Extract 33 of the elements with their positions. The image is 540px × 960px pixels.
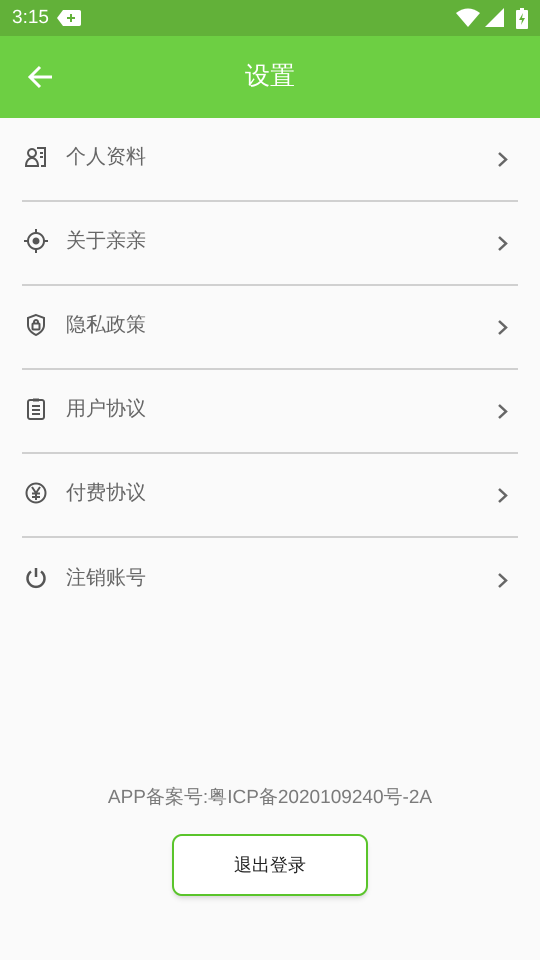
settings-item[interactable]: 关于亲亲 [22,202,518,286]
chevron-right-icon [497,402,508,420]
power-icon [24,566,48,590]
item-label: 隐私政策 [66,313,147,338]
chevron-right-icon [497,234,508,252]
item-label: 关于亲亲 [66,229,147,254]
chevron-right-icon [497,486,508,504]
chevron-right-icon [497,572,508,588]
chevron-right-icon [497,150,508,168]
item-label: 注销账号 [66,566,147,591]
item-label: 付费协议 [66,481,147,506]
signal-icon [484,8,504,28]
item-label: 个人资料 [66,145,147,170]
settings-item[interactable]: 注销账号 [22,538,518,622]
shield-lock-icon [24,313,48,337]
yen-coin-icon [24,481,48,505]
person-card-icon [24,145,48,169]
status-time: 3:15 [12,6,49,30]
settings-item[interactable]: 用户协议 [22,370,518,454]
battery-icon [516,8,528,28]
settings-item[interactable]: 隐私政策 [22,286,518,370]
logout-button[interactable]: 退出登录 [172,834,368,896]
settings-item[interactable]: 个人资料 [22,118,518,202]
settings-item[interactable]: 付费协议 [22,454,518,538]
wifi-icon [456,8,480,28]
clipboard-icon [24,397,48,421]
item-label: 用户协议 [66,397,147,422]
chevron-right-icon [497,318,508,336]
back-icon [27,65,53,89]
page-title: 设置 [245,61,295,92]
target-icon [24,229,48,253]
record-number: APP备案号:粤ICP备2020109240号-2A [108,786,432,810]
notification-icon [56,10,81,26]
